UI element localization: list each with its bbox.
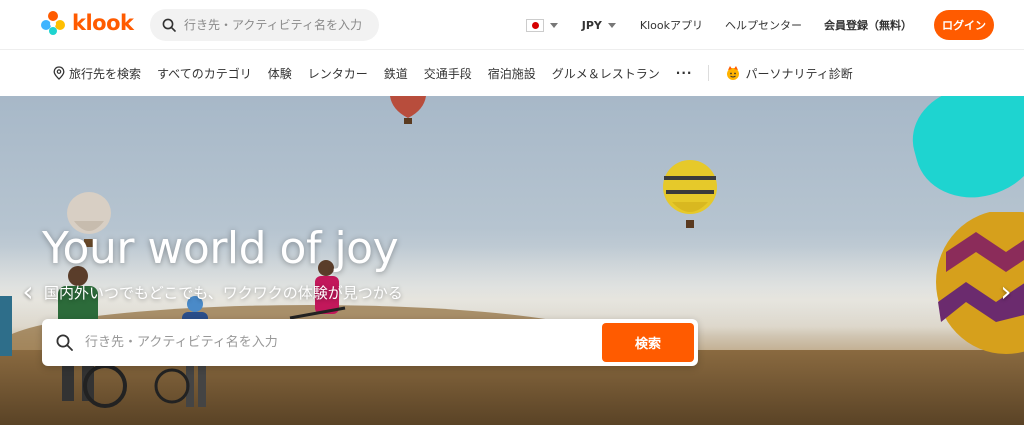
nav-item-personality[interactable]: パーソナリティ診断 [725,65,853,82]
more-menu-button[interactable]: ··· [676,66,693,80]
nav-item-rail[interactable]: 鉄道 [384,65,408,82]
smiley-icon [727,66,740,80]
klook-logo-icon [41,11,65,35]
search-button[interactable]: 検索 [602,323,694,362]
location-pin-icon [53,66,65,80]
nav-item-car-rental[interactable]: レンタカー [308,65,368,82]
balloon-top-image [390,96,426,124]
hero-banner: Your world of joy 国内外いつでもどこでも、ワクワクの体験が見つ… [0,96,1024,425]
hero-search-bar[interactable]: 検索 [42,319,698,366]
nav-item-transport[interactable]: 交通手段 [424,65,472,82]
decorative-teal-shape [901,96,1024,211]
carousel-prev-button[interactable]: ‹ [18,277,38,307]
nav-item-food[interactable]: グルメ＆レストラン [552,65,660,82]
help-center-link[interactable]: ヘルプセンター [725,17,802,33]
category-nav: 旅行先を検索 すべてのカテゴリ 体験 レンタカー 鉄道 交通手段 宿泊施設 グル… [0,50,1024,96]
search-icon [162,18,176,32]
nav-item-all-categories[interactable]: すべてのカテゴリ [157,65,252,82]
language-selector[interactable] [525,18,558,32]
nav-divider [708,65,710,81]
top-header: klook JPY Klookアプリ ヘルプセンター 会員登録（無料） ログイン [0,0,1024,50]
nav-item-hotels[interactable]: 宿泊施設 [488,65,536,82]
nav-item-experiences[interactable]: 体験 [268,65,292,82]
signup-link[interactable]: 会員登録（無料） [824,17,912,33]
nav-item-label: 旅行先を検索 [69,66,142,81]
caret-down-icon [549,22,558,28]
nav-item-label: パーソナリティ診断 [745,66,853,81]
carousel-next-button[interactable]: › [996,277,1016,307]
logo-text: klook [72,11,134,35]
currency-selector[interactable]: JPY [582,19,616,32]
nav-item-destination-search[interactable]: 旅行先を検索 [53,65,141,82]
currency-label: JPY [581,18,602,32]
klook-logo[interactable]: klook [40,10,134,36]
caret-down-icon [607,22,616,28]
header-search-input[interactable] [184,18,364,32]
hero-search-input[interactable] [85,335,565,350]
search-icon [56,334,73,351]
header-right-menu: JPY Klookアプリ ヘルプセンター 会員登録（無料） ログイン [525,0,994,50]
login-button[interactable]: ログイン [934,10,994,40]
header-search-bar[interactable] [150,9,379,41]
hero-title: Your world of joy [42,223,399,274]
balloon-yellow-image [663,160,717,228]
hero-subtitle: 国内外いつでもどこでも、ワクワクの体験が見つかる [44,284,403,302]
app-link[interactable]: Klookアプリ [640,17,703,33]
japan-flag-icon [525,18,544,32]
